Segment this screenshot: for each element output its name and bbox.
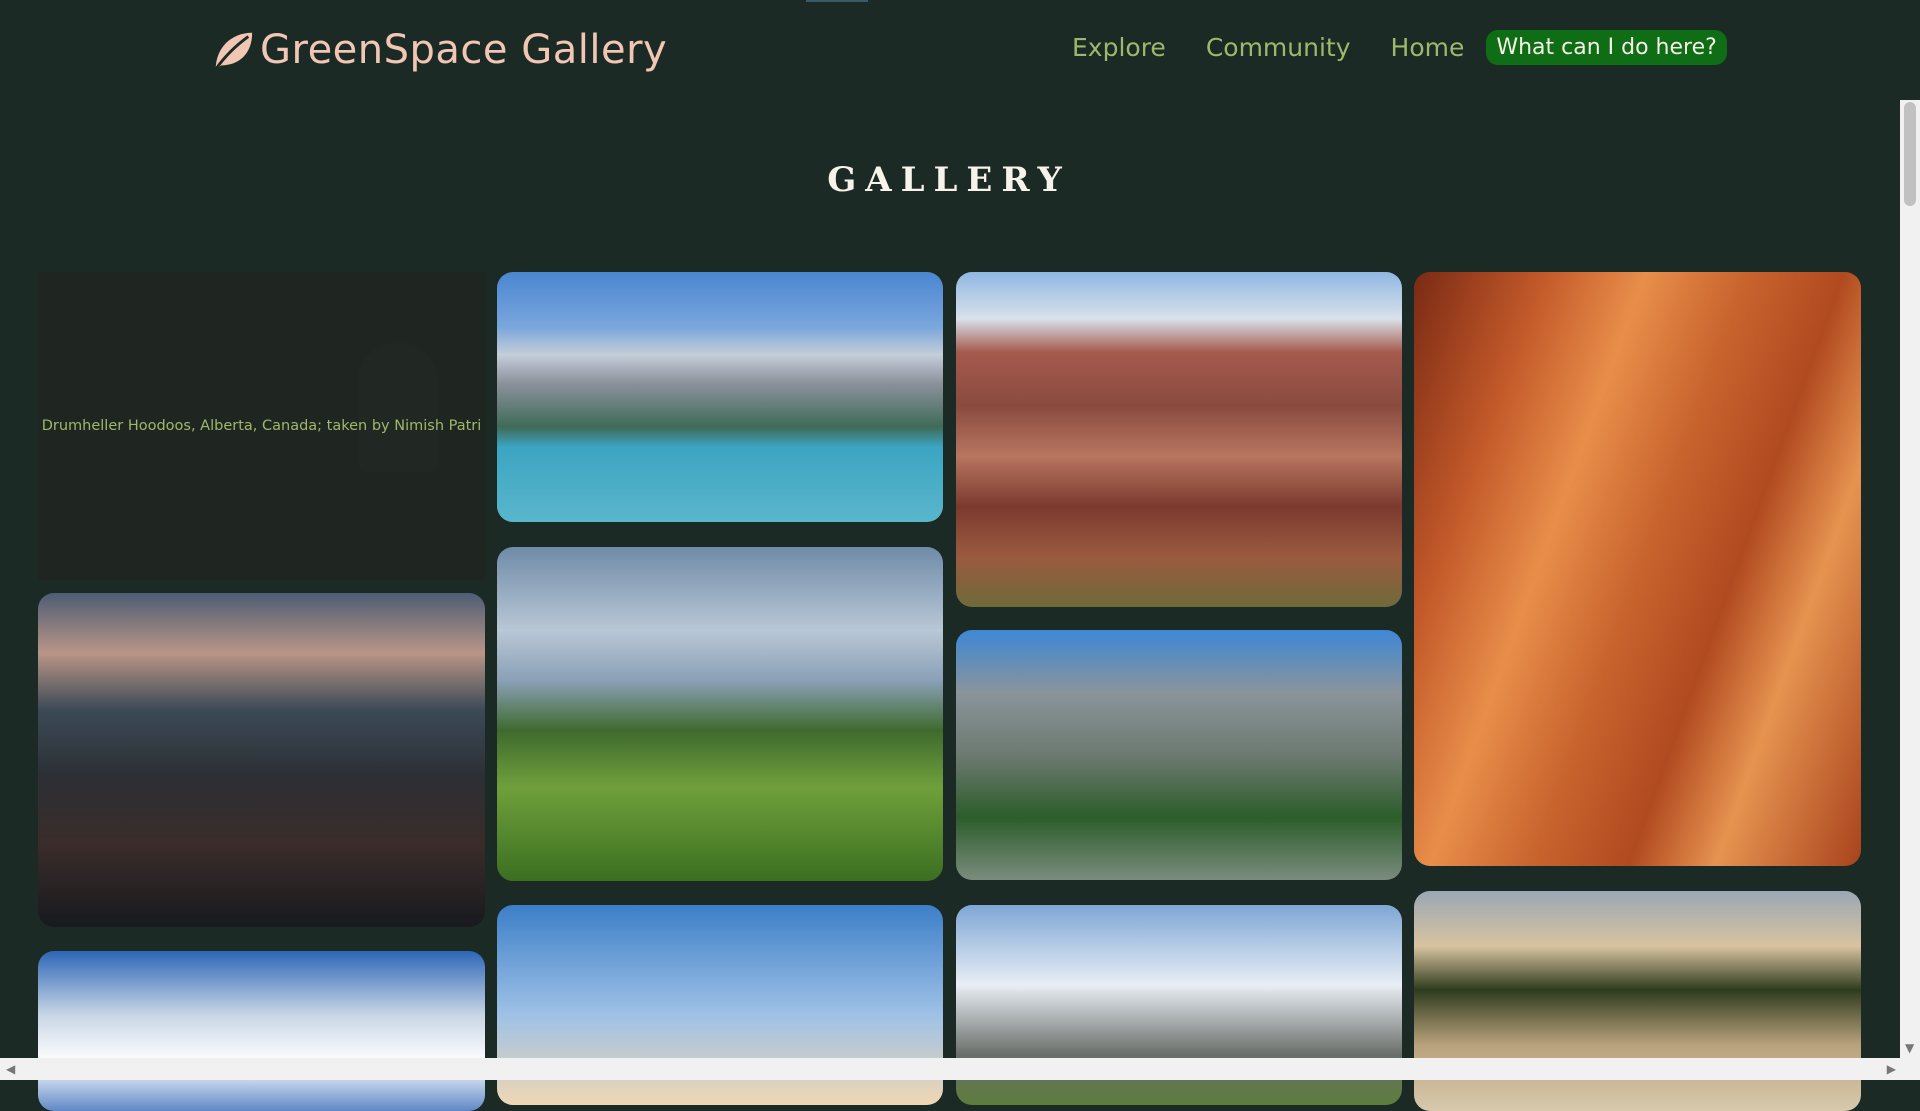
gallery-item-slot-canyon[interactable]	[1414, 272, 1861, 866]
scrollbar-thumb[interactable]	[1904, 102, 1916, 206]
vertical-scrollbar[interactable]: ▼	[1900, 100, 1920, 1058]
gallery-item-lake-boat[interactable]	[38, 593, 485, 927]
horizontal-scrollbar[interactable]: ◀ ▶	[0, 1058, 1920, 1080]
brand-name: GreenSpace Gallery	[260, 27, 668, 73]
hoodoo-silhouette	[358, 342, 438, 472]
top-navigation: GreenSpace Gallery Explore Community Hom…	[0, 0, 1898, 100]
photo-caption: Drumheller Hoodoos, Alberta, Canada; tak…	[41, 418, 482, 434]
scroll-left-arrow-icon[interactable]: ◀	[6, 1063, 15, 1075]
help-button[interactable]: What can I do here?	[1486, 30, 1727, 65]
page-title: GALLERY	[827, 160, 1071, 200]
brand-logo[interactable]: GreenSpace Gallery	[210, 24, 667, 76]
gallery-item-canyon[interactable]	[956, 272, 1402, 607]
nav-explore[interactable]: Explore	[1072, 33, 1166, 62]
scroll-right-arrow-icon[interactable]: ▶	[1887, 1063, 1896, 1075]
scroll-down-arrow-icon[interactable]: ▼	[1905, 1042, 1914, 1054]
gallery-item-mountain-lake[interactable]	[497, 272, 943, 522]
gallery-item-waterfall-mountain[interactable]	[956, 630, 1402, 880]
nav-links: Explore Community Home What can I do her…	[1072, 30, 1727, 65]
gallery-item-hoodoos[interactable]: Drumheller Hoodoos, Alberta, Canada; tak…	[38, 272, 485, 580]
gallery-item-golf-course[interactable]	[497, 547, 943, 881]
gallery-item-clouds[interactable]	[38, 951, 485, 1111]
nav-home[interactable]: Home	[1391, 33, 1465, 62]
leaf-icon	[214, 32, 253, 71]
nav-community[interactable]: Community	[1206, 33, 1351, 62]
